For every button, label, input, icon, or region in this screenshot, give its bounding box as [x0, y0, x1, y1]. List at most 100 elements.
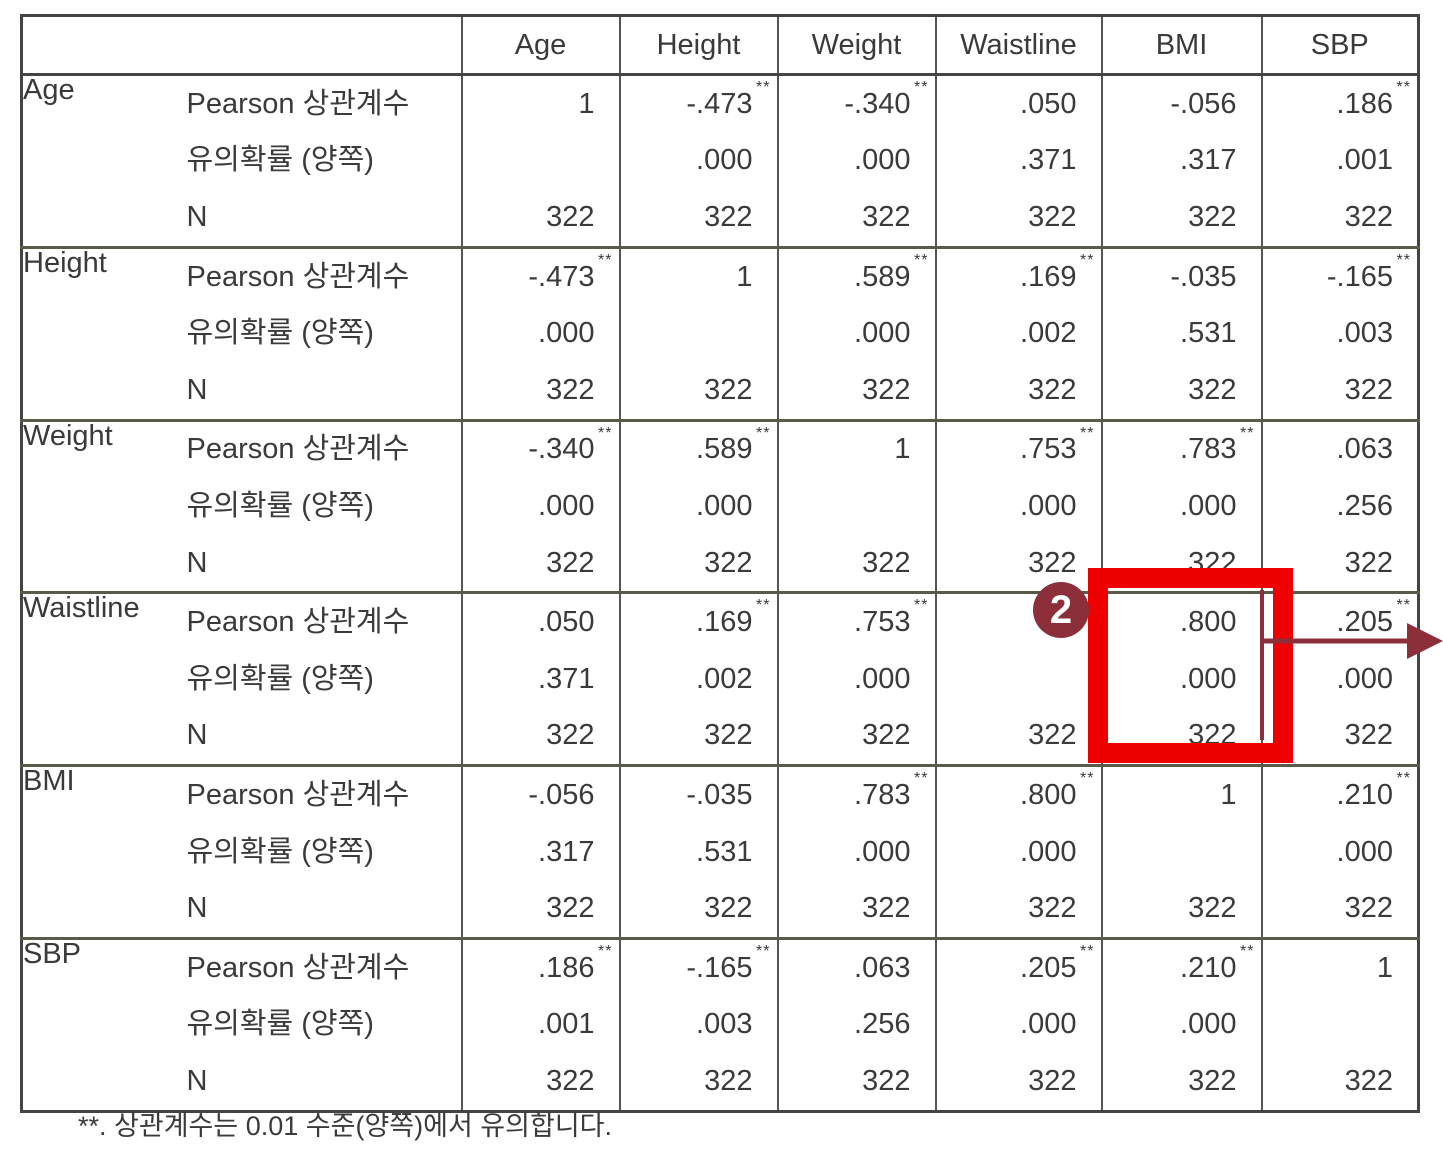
table-cell: -.165 ** [618, 936, 778, 997]
table-cell: .063 [1260, 418, 1419, 479]
table-cell: 322 [618, 361, 778, 421]
arrow-connector [1260, 590, 1443, 740]
header-row: Age Height Weight Waistline BMI SBP [21, 15, 1419, 76]
arrowhead-icon [1407, 623, 1443, 659]
column-header: BMI [1100, 15, 1262, 76]
cell-value: 322 [1344, 892, 1393, 925]
header-corner [21, 15, 462, 76]
table-cell: 322 [618, 189, 778, 248]
cell-value: 322 [704, 1064, 753, 1097]
cell-value: -.473 [528, 260, 595, 293]
table-cell: .002 [934, 305, 1102, 362]
table-cell: 322 [1100, 880, 1262, 939]
table-cell: 322 [1260, 1053, 1419, 1112]
table-cell: .000 [934, 996, 1102, 1054]
table-cell: -.473 ** [618, 74, 778, 133]
table-cell: .753 ** [934, 418, 1102, 479]
table-cell: .000 [618, 132, 778, 190]
table-row: N 322 322 322 322 322 322 [22, 880, 1419, 939]
table-row: Age Pearson 상관계수 1 -.473 ** -.340 ** .050 -.056.… [22, 74, 1419, 133]
significance-mark: ** [1240, 424, 1255, 442]
cell-value: .001 [1336, 144, 1393, 177]
table-cell: .531 [1100, 305, 1262, 362]
cell-value: .000 [1180, 1008, 1237, 1041]
table-cell: 1 [1260, 936, 1419, 997]
table-cell: 322 [934, 534, 1102, 593]
row-variable-name: SBP [21, 936, 187, 1112]
cell-value: 322 [862, 1064, 911, 1097]
table-row: N 322 322 322 322 322 322 [22, 1053, 1419, 1112]
table-cell: 322 [934, 1053, 1102, 1112]
significance-mark: ** [1240, 942, 1255, 960]
stat-label: N [186, 892, 208, 925]
stat-label: 유의확률 (양쪽) [186, 144, 374, 177]
table-row: Weight Pearson 상관계수 -.340 ** .589 ** 1.753 ** .7… [21, 418, 1419, 593]
table-cell: .000 [776, 823, 936, 881]
table-cell: 322 [776, 1053, 936, 1112]
cell-value: 322 [862, 546, 911, 579]
table-row: 유의확률 (양쪽) .000 .000 .002 .531 .003 [22, 305, 1419, 362]
stat-label: Pearson 상관계수 [186, 764, 462, 824]
table-cell: 322 [1260, 880, 1419, 939]
table-cell: 322 [776, 707, 936, 766]
table-cell: 322 [460, 361, 620, 421]
table-row: 유의확률 (양쪽) .000 .000 .371 .317 .001 [22, 132, 1419, 190]
table-row: Height Pearson 상관계수 -.473 ** 1.589 ** .169 ** -.… [21, 245, 1419, 421]
significance-mark: ** [1080, 942, 1095, 960]
stat-label: N [186, 200, 208, 233]
table-cell: -.340 ** [776, 74, 936, 133]
table-row: BMI Pearson 상관계수 -.056 -.035.783 ** .800 ** 1.2… [21, 764, 1419, 939]
table-cell: .753 ** [776, 591, 936, 651]
stat-label: 유의확률 (양쪽) [186, 489, 374, 522]
table-cell: .210 ** [1100, 936, 1262, 997]
cell-value: 322 [1028, 719, 1077, 752]
table-cell: .000 [934, 478, 1102, 535]
table-cell: 322 [934, 707, 1102, 766]
stat-label: 유의확률 (양쪽) [186, 835, 374, 868]
cell-value: -.340 [844, 87, 911, 120]
cell-value: .000 [538, 317, 595, 350]
cell-value: 322 [546, 719, 595, 752]
table-cell: 322 [1260, 361, 1419, 421]
cell-value: .063 [1336, 433, 1393, 466]
cell-value: .001 [538, 1008, 595, 1041]
cell-value: .003 [696, 1008, 753, 1041]
cell-value: 322 [1344, 373, 1393, 406]
table-cell: .783 ** [1100, 418, 1262, 479]
table-cell: .256 [776, 996, 936, 1054]
cell-value: 322 [546, 373, 595, 406]
cell-value: -.340 [528, 433, 595, 466]
significance-mark: ** [914, 597, 929, 615]
table-cell: .589 ** [618, 418, 778, 479]
cell-value: .205 [1020, 951, 1077, 984]
cell-value: .317 [1180, 144, 1237, 177]
table-cell: 1 [1100, 764, 1262, 824]
cell-value: -.035 [686, 778, 753, 811]
table-row: SBP Pearson 상관계수 .186 ** -.165 ** .063.205 ** .2… [21, 936, 1419, 1112]
significance-mark: ** [1080, 424, 1095, 442]
table-cell: 322 [460, 1053, 620, 1112]
footnote: **. 상관계수는 0.01 수준(양쪽)에서 유의합니다. [78, 1111, 612, 1141]
cell-value: 1 [736, 260, 753, 293]
table-row: 유의확률 (양쪽) .317 .531 .000 .000 .000 [22, 823, 1419, 881]
table-cell: .783 ** [776, 764, 936, 824]
row-variable-name: Height [21, 245, 187, 421]
table-cell: .001 [1260, 132, 1419, 190]
cell-value: 322 [1344, 546, 1393, 579]
table-cell: .003 [618, 996, 778, 1054]
table-cell: .001 [460, 996, 620, 1054]
table-cell: 322 [776, 534, 936, 593]
cell-value: .000 [1020, 489, 1077, 522]
table-cell: -.035 [1100, 245, 1262, 306]
table-cell: 322 [460, 189, 620, 248]
table-cell: .000 [460, 478, 620, 535]
table-cell: .205 ** [934, 936, 1102, 997]
table-cell [776, 478, 936, 535]
table-cell: 322 [934, 880, 1102, 939]
significance-mark: ** [598, 251, 613, 269]
cell-value: .589 [696, 433, 753, 466]
cell-value: -.473 [686, 87, 753, 120]
table-cell: .371 [460, 650, 620, 708]
table-cell: .256 [1260, 478, 1419, 535]
cell-value: .256 [1336, 489, 1393, 522]
